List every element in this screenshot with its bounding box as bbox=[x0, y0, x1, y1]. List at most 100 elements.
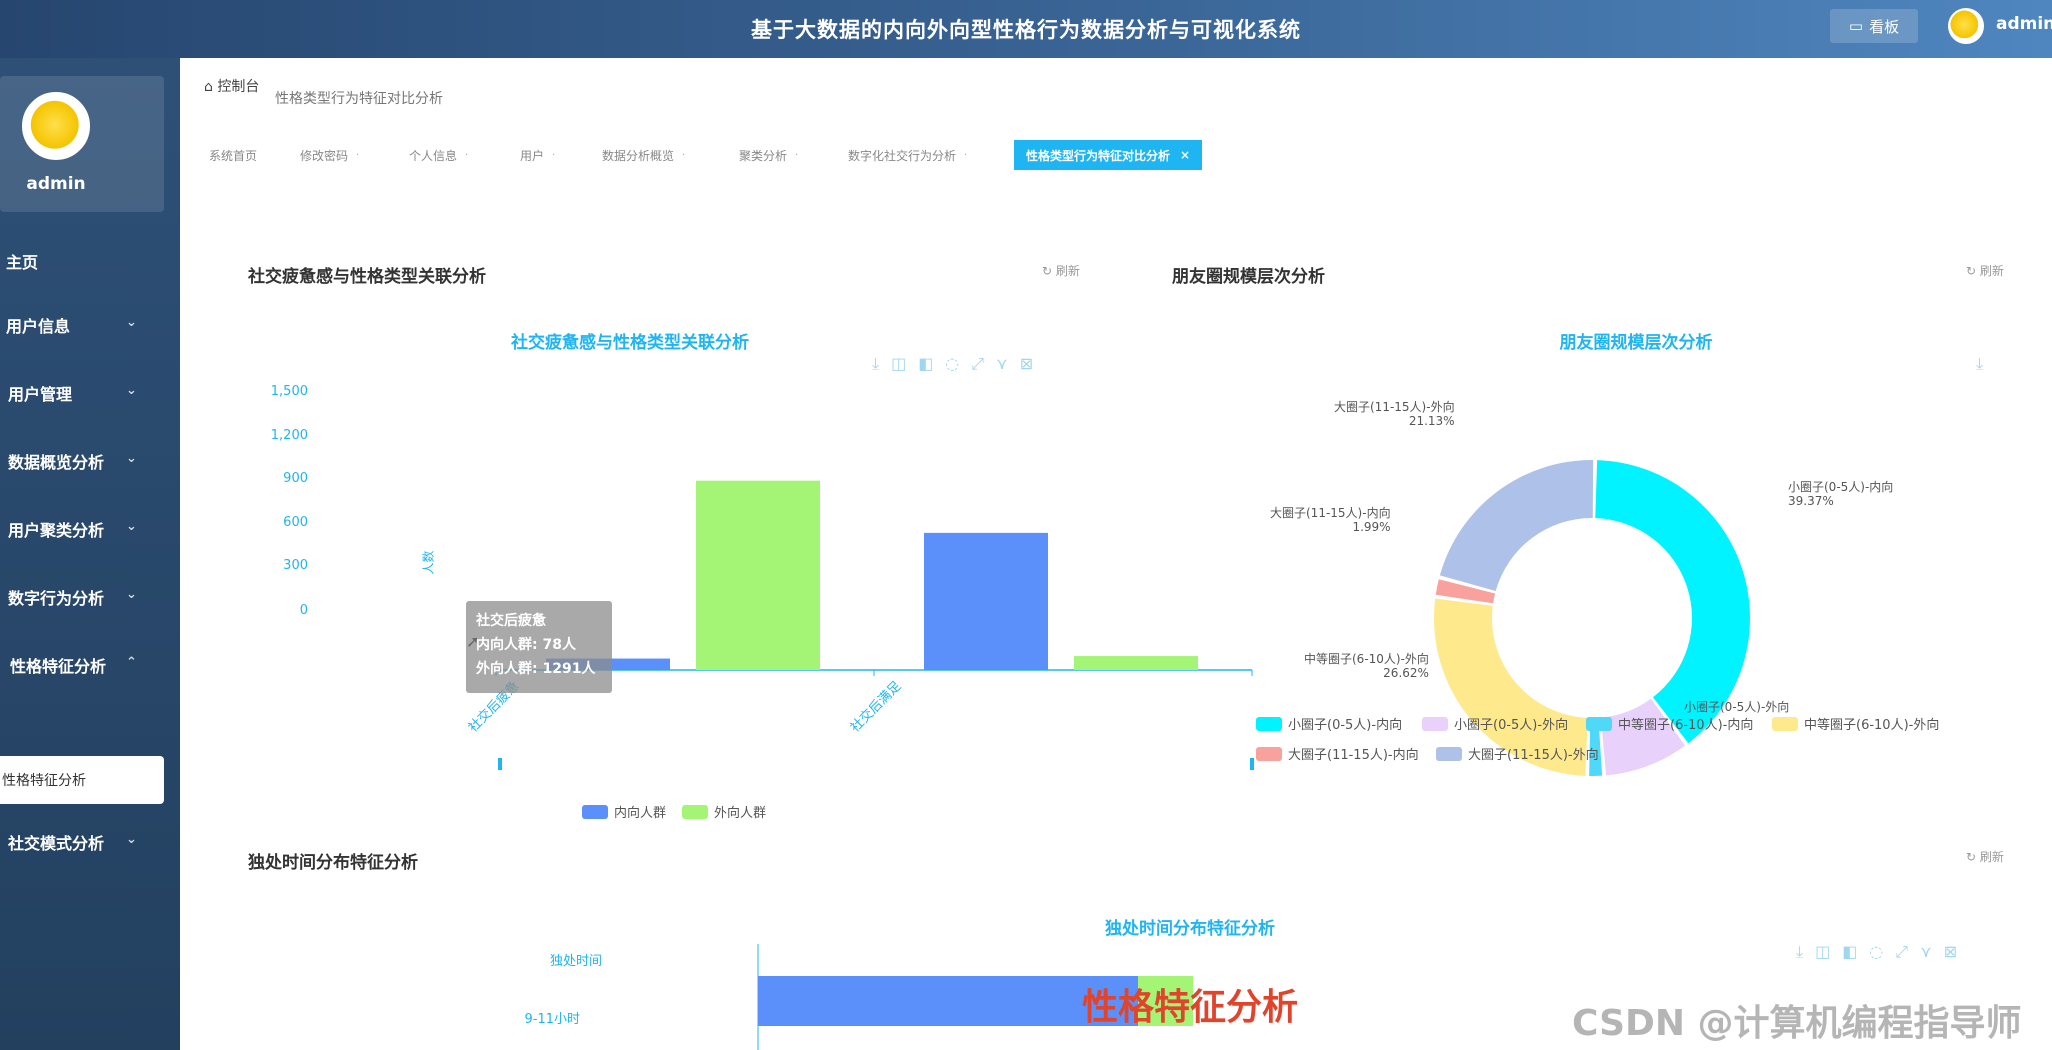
legend-item-pie[interactable]: 小圈子(0-5人)-外向 bbox=[1422, 714, 1568, 733]
sidebar-item-home[interactable]: 主页 bbox=[0, 237, 180, 285]
legend-item-pie[interactable]: 中等圈子(6-10人)-外向 bbox=[1772, 714, 1939, 733]
pie-label-large-extro: 大圈子(11-15人)-外向 21.13% bbox=[1334, 400, 1455, 428]
sidebar-item-user-info[interactable]: 用户信息 ⌄ bbox=[0, 301, 180, 349]
sidebar-item-digital-behavior[interactable]: 数字行为分析 ⌄ bbox=[0, 573, 180, 621]
legend-item-extrovert[interactable]: 外向人群 bbox=[682, 802, 766, 821]
sidebar-item-user-clustering[interactable]: 用户聚类分析 ⌄ bbox=[0, 505, 180, 553]
panel-title-friend-circle: 朋友圈规模层次分析 bbox=[1172, 267, 1325, 287]
tab-system-home[interactable]: 系统首页 bbox=[209, 140, 257, 170]
sidebar-item-label: 性格特征分析 bbox=[10, 657, 107, 676]
chart-title-alone-time: 独处时间分布特征分析 bbox=[1105, 919, 1275, 939]
y-tick: 1,200 bbox=[270, 428, 308, 443]
bar-1-0 bbox=[696, 480, 820, 670]
chevron-down-icon: ⌄ bbox=[126, 383, 137, 398]
app-title: 基于大数据的内向外向型性格行为数据分析与可视化系统 bbox=[751, 18, 1301, 42]
legend-item-introvert[interactable]: 内向人群 bbox=[582, 802, 666, 821]
close-icon[interactable]: · bbox=[552, 150, 555, 161]
header-username[interactable]: admin bbox=[1996, 14, 2052, 34]
kanban-label: 看板 bbox=[1869, 17, 1900, 36]
tab-clustering[interactable]: 聚类分析 · bbox=[739, 140, 798, 170]
legend-label: 中等圈子(6-10人)-内向 bbox=[1618, 718, 1754, 733]
y-tick: 900 bbox=[283, 471, 308, 486]
pie-label-large-intro: 大圈子(11-15人)-内向 1.99% bbox=[1270, 506, 1391, 534]
legend-item-pie[interactable]: 小圈子(0-5人)-内向 bbox=[1256, 714, 1402, 733]
refresh-button[interactable]: ↻ 刷新 bbox=[1966, 848, 2004, 865]
legend-swatch bbox=[1256, 716, 1282, 731]
refresh-label: 刷新 bbox=[1979, 264, 2004, 278]
legend-item-pie[interactable]: 大圈子(11-15人)-内向 bbox=[1256, 744, 1419, 763]
close-icon[interactable]: · bbox=[465, 150, 468, 161]
chart-title-fatigue: 社交疲惫感与性格类型关联分析 bbox=[511, 333, 749, 353]
pie-label-mid-extro: 中等圈子(6-10人)-外向 26.62% bbox=[1304, 652, 1429, 680]
legend-swatch bbox=[582, 804, 608, 819]
legend-item-pie[interactable]: 中等圈子(6-10人)-内向 bbox=[1586, 714, 1753, 733]
close-icon[interactable]: · bbox=[356, 150, 359, 161]
chart-toolbox[interactable]: ⤓◫◧◌⤢⋎⊠ bbox=[872, 354, 1045, 374]
close-icon[interactable]: · bbox=[795, 150, 798, 161]
breadcrumb-current: 性格类型行为特征对比分析 bbox=[275, 91, 443, 107]
watermark: CSDN @计算机编程指导师 bbox=[1572, 1003, 2022, 1044]
close-icon[interactable]: × bbox=[1180, 148, 1190, 162]
breadcrumb[interactable]: ⌂ 控制台 bbox=[204, 76, 259, 96]
sidebar-item-label: 用户管理 bbox=[8, 385, 73, 404]
y-tick: 300 bbox=[283, 558, 308, 573]
tab-personal-info[interactable]: 个人信息 · bbox=[409, 140, 468, 170]
tab-digital-social[interactable]: 数字化社交行为分析 · bbox=[848, 140, 967, 170]
zoom-handle-right bbox=[1250, 758, 1254, 770]
hbar-0 bbox=[758, 976, 1138, 1026]
pie-label-name: 小圈子(0-5人)-内向 bbox=[1788, 480, 1894, 494]
tooltip-row: 内向人群: 78人 bbox=[476, 637, 576, 653]
board-icon: ▭ bbox=[1848, 17, 1864, 35]
y-tick-label: 9-11小时 bbox=[524, 1012, 580, 1027]
refresh-label: 刷新 bbox=[1979, 850, 2004, 864]
profile-name: admin bbox=[26, 174, 86, 194]
sidebar-subitem-label: 性格特征分析 bbox=[2, 773, 86, 789]
legend-swatch bbox=[682, 804, 708, 819]
pie-slice-5 bbox=[1439, 460, 1594, 592]
fatigue-bar-chart bbox=[495, 480, 1254, 770]
legend-label: 内向人群 bbox=[614, 806, 667, 821]
legend-swatch bbox=[1586, 716, 1612, 731]
legend-item-pie[interactable]: 大圈子(11-15人)-外向 bbox=[1436, 744, 1599, 763]
avatar[interactable] bbox=[1948, 8, 1984, 44]
tab-label: 数据分析概览 bbox=[602, 148, 675, 163]
y-tick: 600 bbox=[283, 515, 308, 530]
sidebar-subitem-personality-analysis[interactable]: 性格特征分析 bbox=[0, 756, 164, 804]
zoom-handle-left bbox=[498, 758, 502, 770]
refresh-button[interactable]: ↻ 刷新 bbox=[1042, 262, 1080, 279]
tab-label: 系统首页 bbox=[209, 148, 258, 163]
profile-avatar bbox=[22, 92, 90, 160]
legend-label: 大圈子(11-15人)-内向 bbox=[1288, 748, 1419, 763]
chevron-down-icon: ⌄ bbox=[126, 451, 137, 466]
legend-label: 外向人群 bbox=[714, 806, 767, 821]
chevron-down-icon: ⌄ bbox=[126, 832, 137, 847]
tab-label: 个人信息 bbox=[409, 148, 458, 163]
panel-title-fatigue: 社交疲惫感与性格类型关联分析 bbox=[248, 267, 486, 287]
pie-label-small-extro: 小圈子(0-5人)-外向 bbox=[1684, 700, 1790, 714]
sidebar-item-social-mode[interactable]: 社交模式分析 ⌄ bbox=[0, 818, 180, 866]
tooltip-row: 外向人群: 1291人 bbox=[476, 661, 596, 677]
sidebar-item-data-overview[interactable]: 数据概览分析 ⌄ bbox=[0, 437, 180, 485]
close-icon[interactable]: · bbox=[964, 150, 967, 161]
breadcrumb-home[interactable]: 控制台 bbox=[217, 79, 259, 95]
sidebar-item-personality[interactable]: 性格特征分析 ⌃ bbox=[0, 641, 180, 689]
legend-swatch bbox=[1422, 716, 1448, 731]
refresh-button[interactable]: ↻ 刷新 bbox=[1966, 262, 2004, 279]
chart-toolbox[interactable]: ⤓◫◧◌⤢⋎⊠ bbox=[1796, 942, 1969, 962]
kanban-button[interactable]: ▭ 看板 bbox=[1830, 9, 1918, 43]
tab-data-overview[interactable]: 数据分析概览 · bbox=[602, 140, 685, 170]
tab-user[interactable]: 用户 · bbox=[520, 140, 555, 170]
sidebar-item-label: 社交模式分析 bbox=[8, 834, 105, 853]
sidebar-item-user-management[interactable]: 用户管理 ⌄ bbox=[0, 369, 180, 417]
pie-label-value: 26.62% bbox=[1383, 666, 1429, 680]
close-icon[interactable]: · bbox=[682, 150, 685, 161]
sidebar-item-label: 数据概览分析 bbox=[8, 453, 105, 472]
download-icon[interactable]: ⤓ bbox=[1976, 354, 1995, 374]
tab-change-password[interactable]: 修改密码 · bbox=[300, 140, 359, 170]
tab-personality-compare[interactable]: 性格类型行为特征对比分析 × bbox=[1014, 140, 1203, 170]
y-tick: 1,500 bbox=[270, 384, 308, 399]
legend-label: 中等圈子(6-10人)-外向 bbox=[1804, 718, 1940, 733]
chevron-down-icon: ⌄ bbox=[126, 315, 137, 330]
refresh-icon: ↻ bbox=[1966, 850, 1977, 864]
top-header: 基于大数据的内向外向型性格行为数据分析与可视化系统 ▭ 看板 admin bbox=[0, 0, 2052, 58]
